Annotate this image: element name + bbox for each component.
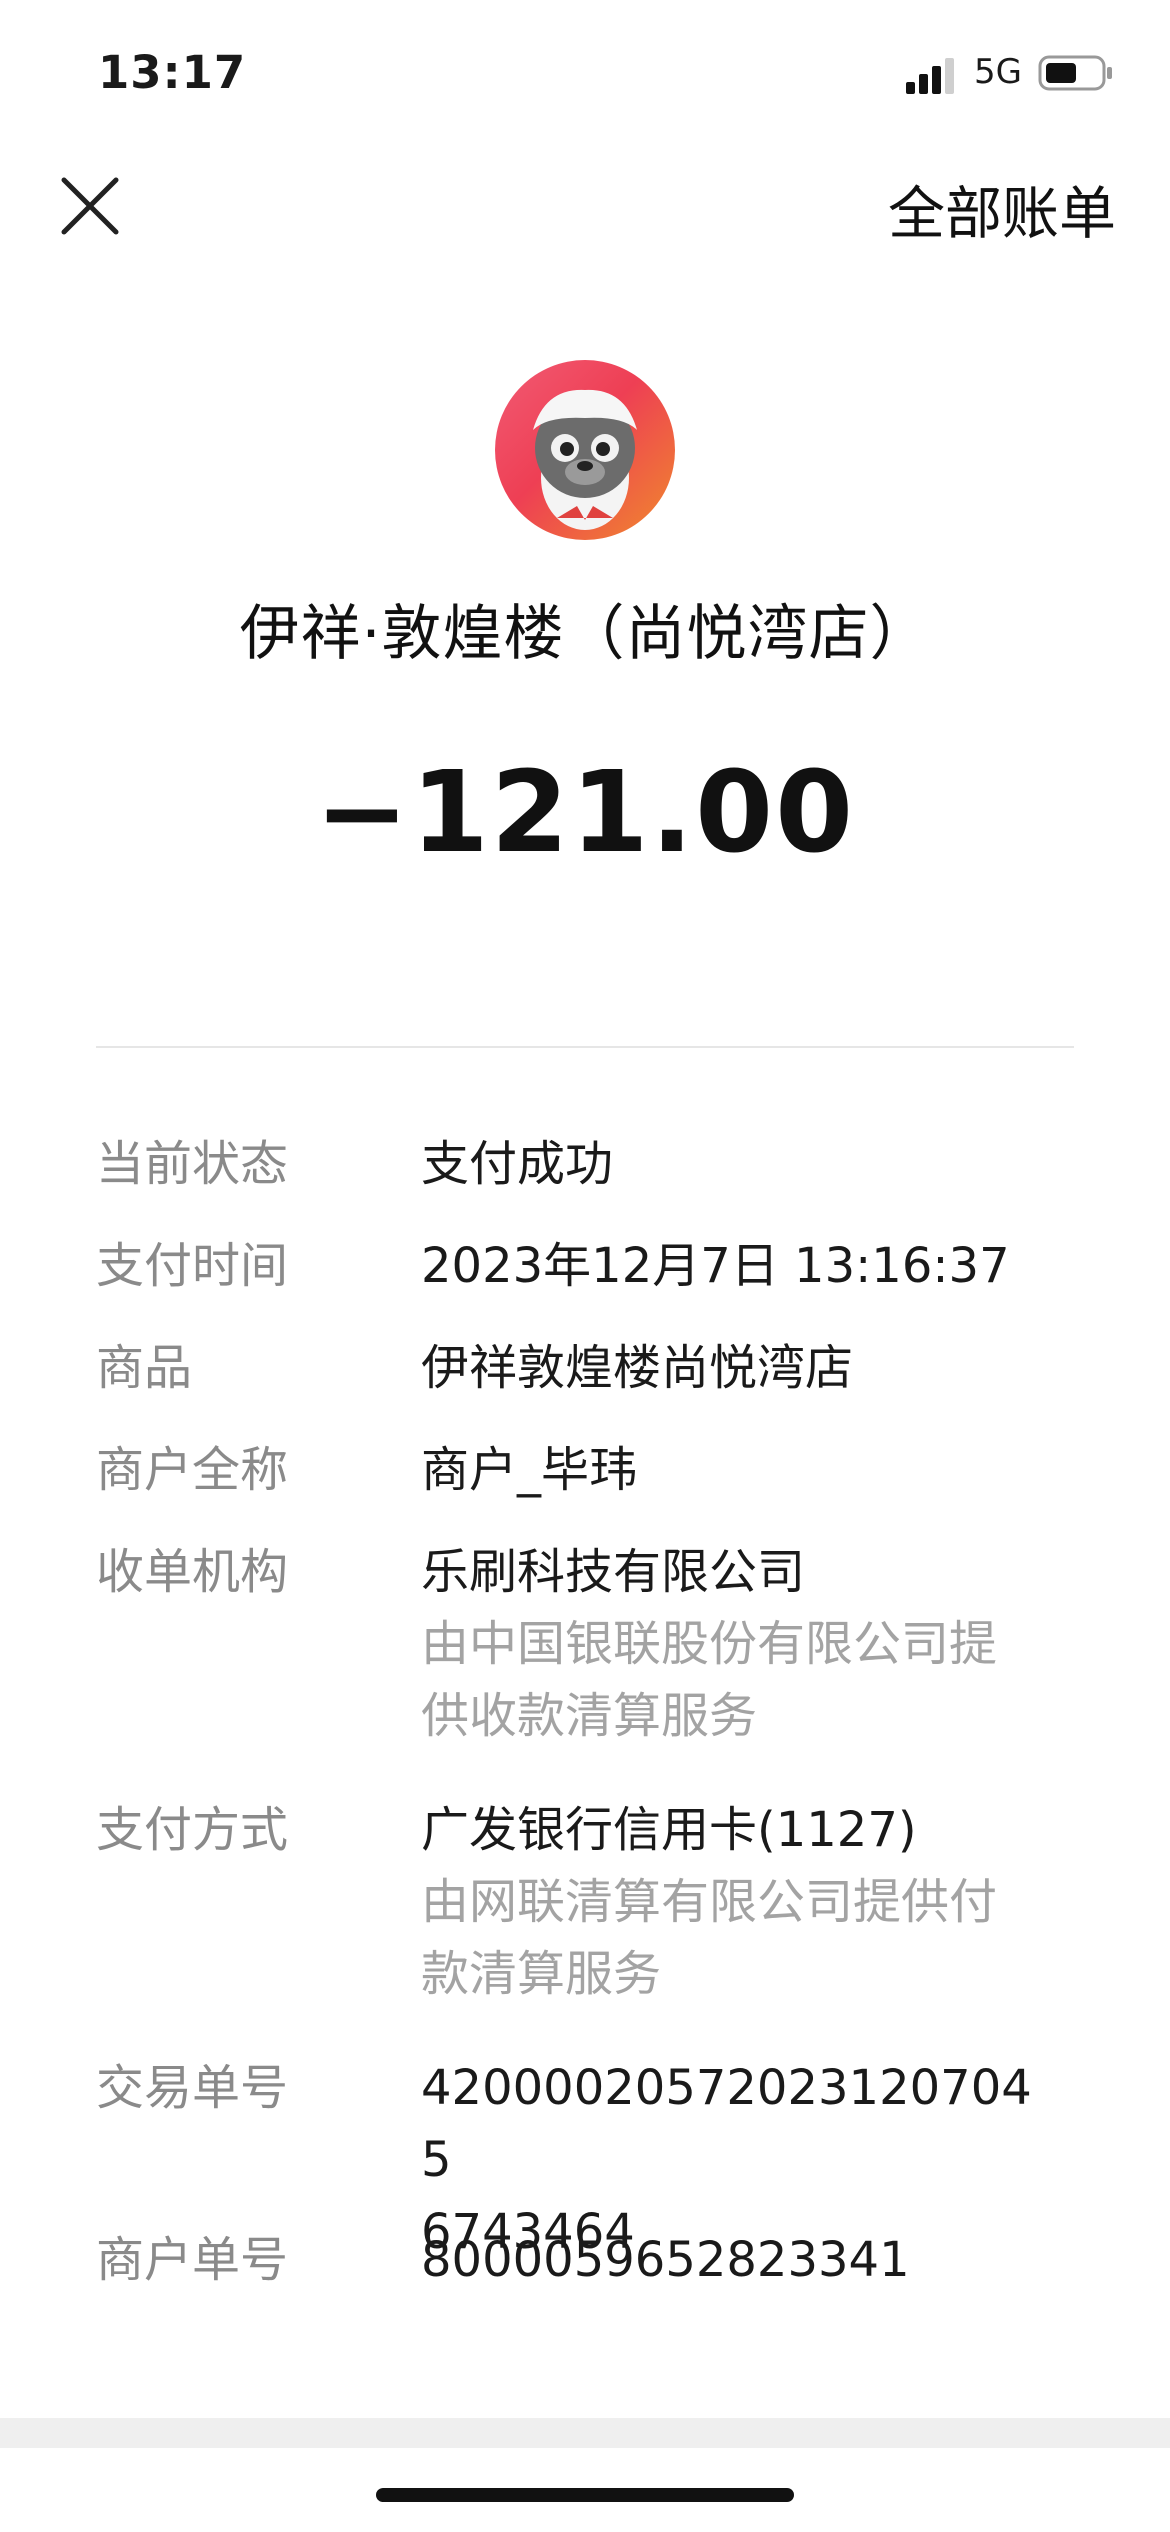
- divider: [96, 1046, 1074, 1048]
- bill-detail-page: 13:17 5G 全部账单 伊祥·敦煌楼（尚悦湾店） −121.00 当前状态 …: [0, 0, 1170, 2532]
- mascot-icon: [533, 389, 637, 530]
- pay-method-note-line-2: 款清算服务: [421, 1946, 662, 2002]
- merchant-no-value[interactable]: 8000059652823341: [421, 2224, 1076, 2296]
- merchant-name: 伊祥·敦煌楼（尚悦湾店）: [239, 599, 931, 669]
- signal-icon: [906, 58, 954, 94]
- detail-row-pay-method: 支付方式 广发银行信用卡(1127) 由网联清算有限公司提供付 款清算服务: [96, 1794, 1076, 2052]
- detail-row-goods: 商品 伊祥敦煌楼尚悦湾店: [96, 1332, 1076, 1434]
- detail-row-merchant-no: 商户单号 8000059652823341: [96, 2224, 1076, 2324]
- detail-label: 商户全称: [96, 1442, 289, 1498]
- pay-method-note-line-1: 由网联清算有限公司提供付: [421, 1874, 998, 1930]
- pay-time-value: 2023年12月7日 13:16:37: [421, 1238, 1010, 1294]
- status-bar: 13:17 5G: [0, 0, 1170, 150]
- detail-list: 当前状态 支付成功 支付时间 2023年12月7日 13:16:37 商品 伊祥…: [96, 1128, 1076, 2324]
- pay-method-value: 广发银行信用卡(1127): [421, 1802, 917, 1858]
- acquirer-note-line-1: 由中国银联股份有限公司提: [421, 1616, 998, 1672]
- detail-label: 当前状态: [96, 1136, 289, 1192]
- detail-label: 商户单号: [96, 2232, 289, 2288]
- payment-amount: −121.00: [314, 748, 856, 878]
- transaction-no-line-1[interactable]: 42000020572023120704 5: [421, 2052, 1076, 2196]
- detail-row-transaction-no: 交易单号 42000020572023120704 5 6743464: [96, 2052, 1076, 2260]
- home-indicator[interactable]: [376, 2488, 794, 2502]
- battery-icon: [1038, 55, 1112, 91]
- network-label: 5G: [974, 52, 1022, 92]
- status-value: 支付成功: [421, 1136, 614, 1192]
- merchant-fullname-value: 商户_毕玮: [421, 1442, 638, 1498]
- detail-row-pay-time: 支付时间 2023年12月7日 13:16:37: [96, 1230, 1076, 1332]
- detail-row-acquirer: 收单机构 乐刷科技有限公司 由中国银联股份有限公司提 供收款清算服务: [96, 1536, 1076, 1794]
- detail-row-status: 当前状态 支付成功: [96, 1128, 1076, 1230]
- section-separator: [0, 2418, 1170, 2448]
- detail-label: 收单机构: [96, 1544, 289, 1600]
- acquirer-value: 乐刷科技有限公司: [421, 1544, 806, 1600]
- detail-label: 支付时间: [96, 1238, 289, 1294]
- status-time: 13:17: [98, 46, 247, 99]
- detail-label: 支付方式: [96, 1802, 289, 1858]
- acquirer-note-line-2: 供收款清算服务: [421, 1688, 758, 1744]
- all-bills-link[interactable]: 全部账单: [888, 168, 1116, 250]
- detail-label: 商品: [96, 1340, 193, 1396]
- detail-label: 交易单号: [96, 2060, 289, 2116]
- detail-row-merchant-fullname: 商户全称 商户_毕玮: [96, 1434, 1076, 1536]
- merchant-avatar: [495, 360, 675, 540]
- goods-value: 伊祥敦煌楼尚悦湾店: [421, 1340, 854, 1396]
- close-icon[interactable]: [56, 172, 124, 240]
